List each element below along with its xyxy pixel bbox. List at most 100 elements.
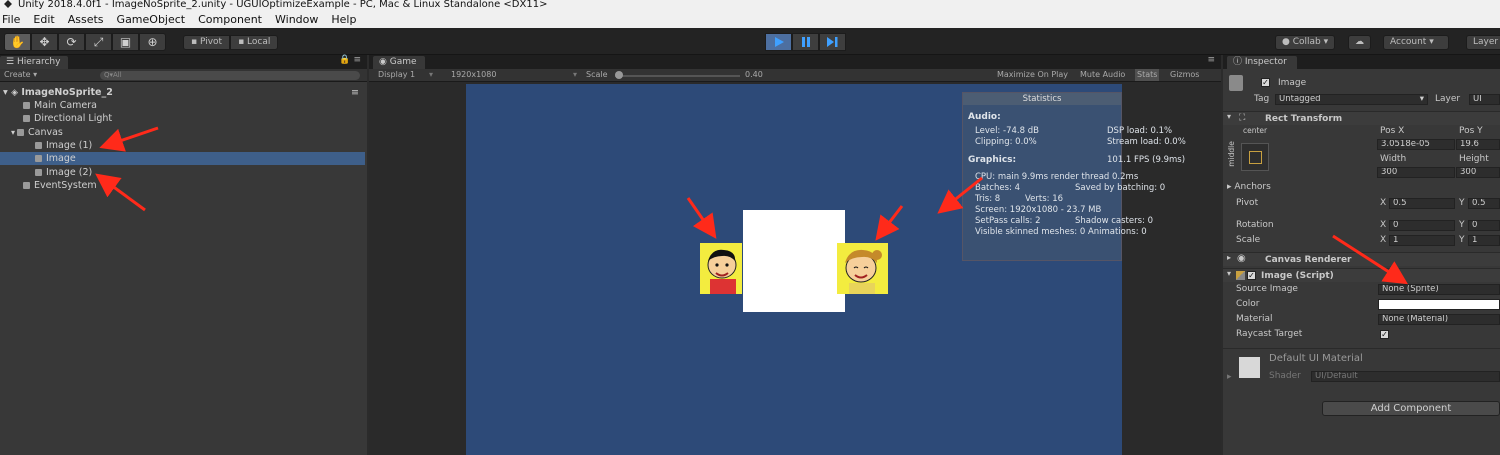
menu-gameobject[interactable]: GameObject [117, 11, 186, 28]
pivot-y-field[interactable]: 0.5 [1468, 198, 1500, 209]
layers-dropdown[interactable]: Layer [1466, 35, 1500, 50]
stat-shadow: Shadow casters: 0 [1075, 216, 1154, 226]
hierarchy-search-input[interactable]: Q▾All [100, 71, 360, 80]
hierarchy-item-selected[interactable]: Image [0, 152, 365, 165]
menu-window[interactable]: Window [275, 11, 318, 28]
anchor-preset-button[interactable] [1241, 143, 1269, 171]
hierarchy-item[interactable]: Image (2) [0, 166, 365, 179]
hierarchy-item[interactable]: Main Camera [0, 99, 365, 112]
scale-slider[interactable] [615, 75, 740, 77]
collapse-arrow-icon[interactable]: ▾ [1227, 112, 1231, 121]
stat-fps: 101.1 FPS (9.9ms) [1107, 155, 1186, 165]
panel-menu-icon[interactable]: ≡ [1207, 55, 1215, 65]
tab-inspector[interactable]: ⓘ Inspector [1227, 56, 1297, 69]
add-component-button[interactable]: Add Component [1322, 401, 1500, 416]
hierarchy-item[interactable]: ▾ Canvas [0, 126, 365, 139]
image-1-sprite [700, 243, 742, 294]
image-script-header[interactable]: ▾ ✓ Image (Script) [1223, 268, 1500, 282]
rotation-y-field[interactable]: 0 [1468, 220, 1500, 231]
pivot-x-field[interactable]: 0.5 [1389, 198, 1455, 209]
shader-label: Shader [1269, 371, 1301, 381]
posx-field[interactable]: 3.0518e-05 [1377, 139, 1455, 150]
cloud-icon[interactable]: ☁ [1348, 35, 1371, 50]
rotate-tool-icon[interactable]: ⟳ [58, 33, 85, 51]
menu-assets[interactable]: Assets [68, 11, 104, 28]
collapse-arrow-icon[interactable]: ▸ [1227, 253, 1231, 262]
menu-file[interactable]: File [2, 11, 20, 28]
hierarchy-tabstrip: ☰ Hierarchy 🔒 ≡ [0, 55, 367, 69]
material-expand-arrow-icon[interactable]: ▸ [1227, 371, 1232, 383]
mute-audio-toggle[interactable]: Mute Audio [1080, 69, 1125, 81]
inspector-panel: ⓘ Inspector ✓ Image Tag Untagged ▾ Layer … [1223, 55, 1500, 455]
hierarchy-item[interactable]: Directional Light [0, 112, 365, 125]
display-dropdown[interactable]: Display 1 [378, 69, 415, 81]
collapse-arrow-icon[interactable]: ▾ [1227, 269, 1231, 278]
menu-component[interactable]: Component [198, 11, 262, 28]
pivot-button[interactable]: ▪ Pivot [183, 35, 231, 50]
create-dropdown[interactable]: Create ▾ [4, 69, 37, 81]
active-checkbox[interactable]: ✓ [1261, 78, 1270, 87]
resolution-dropdown[interactable]: 1920x1080 [451, 69, 496, 81]
step-button[interactable] [819, 33, 846, 51]
tab-hierarchy[interactable]: ☰ Hierarchy [0, 56, 68, 69]
pivot-x-label: X [1380, 198, 1387, 208]
panel-menu-icon[interactable]: 🔒 ≡ [339, 55, 361, 65]
transform-tool-icon[interactable]: ⊕ [139, 33, 166, 51]
raycast-target-checkbox[interactable]: ✓ [1380, 330, 1389, 339]
menu-help[interactable]: Help [331, 11, 356, 28]
anchors-foldout[interactable]: ▸ Anchors [1227, 181, 1271, 193]
object-name-field[interactable]: Image [1278, 77, 1306, 89]
move-tool-icon[interactable]: ✥ [31, 33, 58, 51]
scale-slider-handle[interactable] [615, 71, 623, 79]
gizmos-dropdown[interactable]: Gizmos [1170, 69, 1199, 81]
pivot-label: Pivot [1236, 198, 1259, 208]
play-button[interactable] [765, 33, 792, 51]
window-title: Unity 2018.4.0f1 - ImageNoSprite_2.unity… [18, 0, 548, 10]
inspector-tabstrip: ⓘ Inspector [1223, 55, 1500, 69]
maximize-on-play-toggle[interactable]: Maximize On Play [997, 69, 1068, 81]
pause-button[interactable] [792, 33, 819, 51]
rect-transform-header[interactable]: ▾ ⛶ Rect Transform [1223, 111, 1500, 125]
scale-value: 0.40 [745, 70, 763, 79]
tag-dropdown[interactable]: Untagged ▾ [1275, 94, 1428, 105]
game-canvas: Statistics Audio: Level: -74.8 dB DSP lo… [466, 84, 1186, 455]
collab-button[interactable]: ● Collab ▾ [1275, 35, 1336, 50]
expand-arrow-icon[interactable]: ▾ [11, 128, 15, 137]
height-field[interactable]: 300 [1456, 167, 1500, 178]
hand-tool-icon[interactable]: ✋ [4, 33, 31, 51]
scene-menu-icon[interactable]: ≡ [351, 86, 359, 99]
posy-label: Pos Y [1459, 126, 1483, 136]
scale-y-field[interactable]: 1 [1468, 235, 1500, 246]
tab-game[interactable]: ◉ Game [373, 56, 425, 69]
scale-x-field[interactable]: 1 [1389, 235, 1455, 246]
layer-dropdown[interactable]: UI [1469, 94, 1500, 105]
anchor-h-label: center [1243, 126, 1268, 135]
layers-group: Layer [1466, 35, 1500, 50]
stat-saved: Saved by batching: 0 [1075, 183, 1166, 193]
stat-level: Level: -74.8 dB [975, 126, 1039, 136]
stat-batches: Batches: 4 [975, 183, 1021, 193]
account-dropdown[interactable]: Account ▾ [1383, 35, 1449, 50]
canvas-renderer-header[interactable]: ▸ ◉ Canvas Renderer [1223, 252, 1500, 266]
white-image [743, 210, 845, 312]
scale-tool-icon[interactable]: ⤢ [85, 33, 112, 51]
rect-tool-icon[interactable]: ▣ [112, 33, 139, 51]
shader-dropdown[interactable]: UI/Default [1311, 371, 1500, 382]
scene-row[interactable]: ▾ ◈ ImageNoSprite_2 ≡ [0, 86, 365, 99]
menu-edit[interactable]: Edit [33, 11, 54, 28]
rect-transform-icon: ⛶ [1239, 113, 1246, 123]
material-field[interactable]: None (Material) [1378, 314, 1500, 325]
hierarchy-item[interactable]: Image (1) [0, 139, 365, 152]
stats-toggle[interactable]: Stats [1135, 69, 1160, 81]
stat-cpu: CPU: main 9.9ms render thread 0.2ms [975, 172, 1139, 182]
width-field[interactable]: 300 [1377, 167, 1455, 178]
local-button[interactable]: ▪ Local [230, 35, 279, 50]
color-field[interactable] [1378, 299, 1500, 310]
image-enabled-checkbox[interactable]: ✓ [1247, 271, 1256, 280]
hierarchy-item[interactable]: EventSystem [0, 179, 365, 192]
source-image-field[interactable]: None (Sprite) [1378, 284, 1500, 295]
inspector-tab-label: Inspector [1244, 57, 1287, 67]
rotation-x-field[interactable]: 0 [1389, 220, 1455, 231]
posy-field[interactable]: 19.6 [1456, 139, 1500, 150]
collab-group: ● Collab ▾ [1275, 35, 1336, 50]
